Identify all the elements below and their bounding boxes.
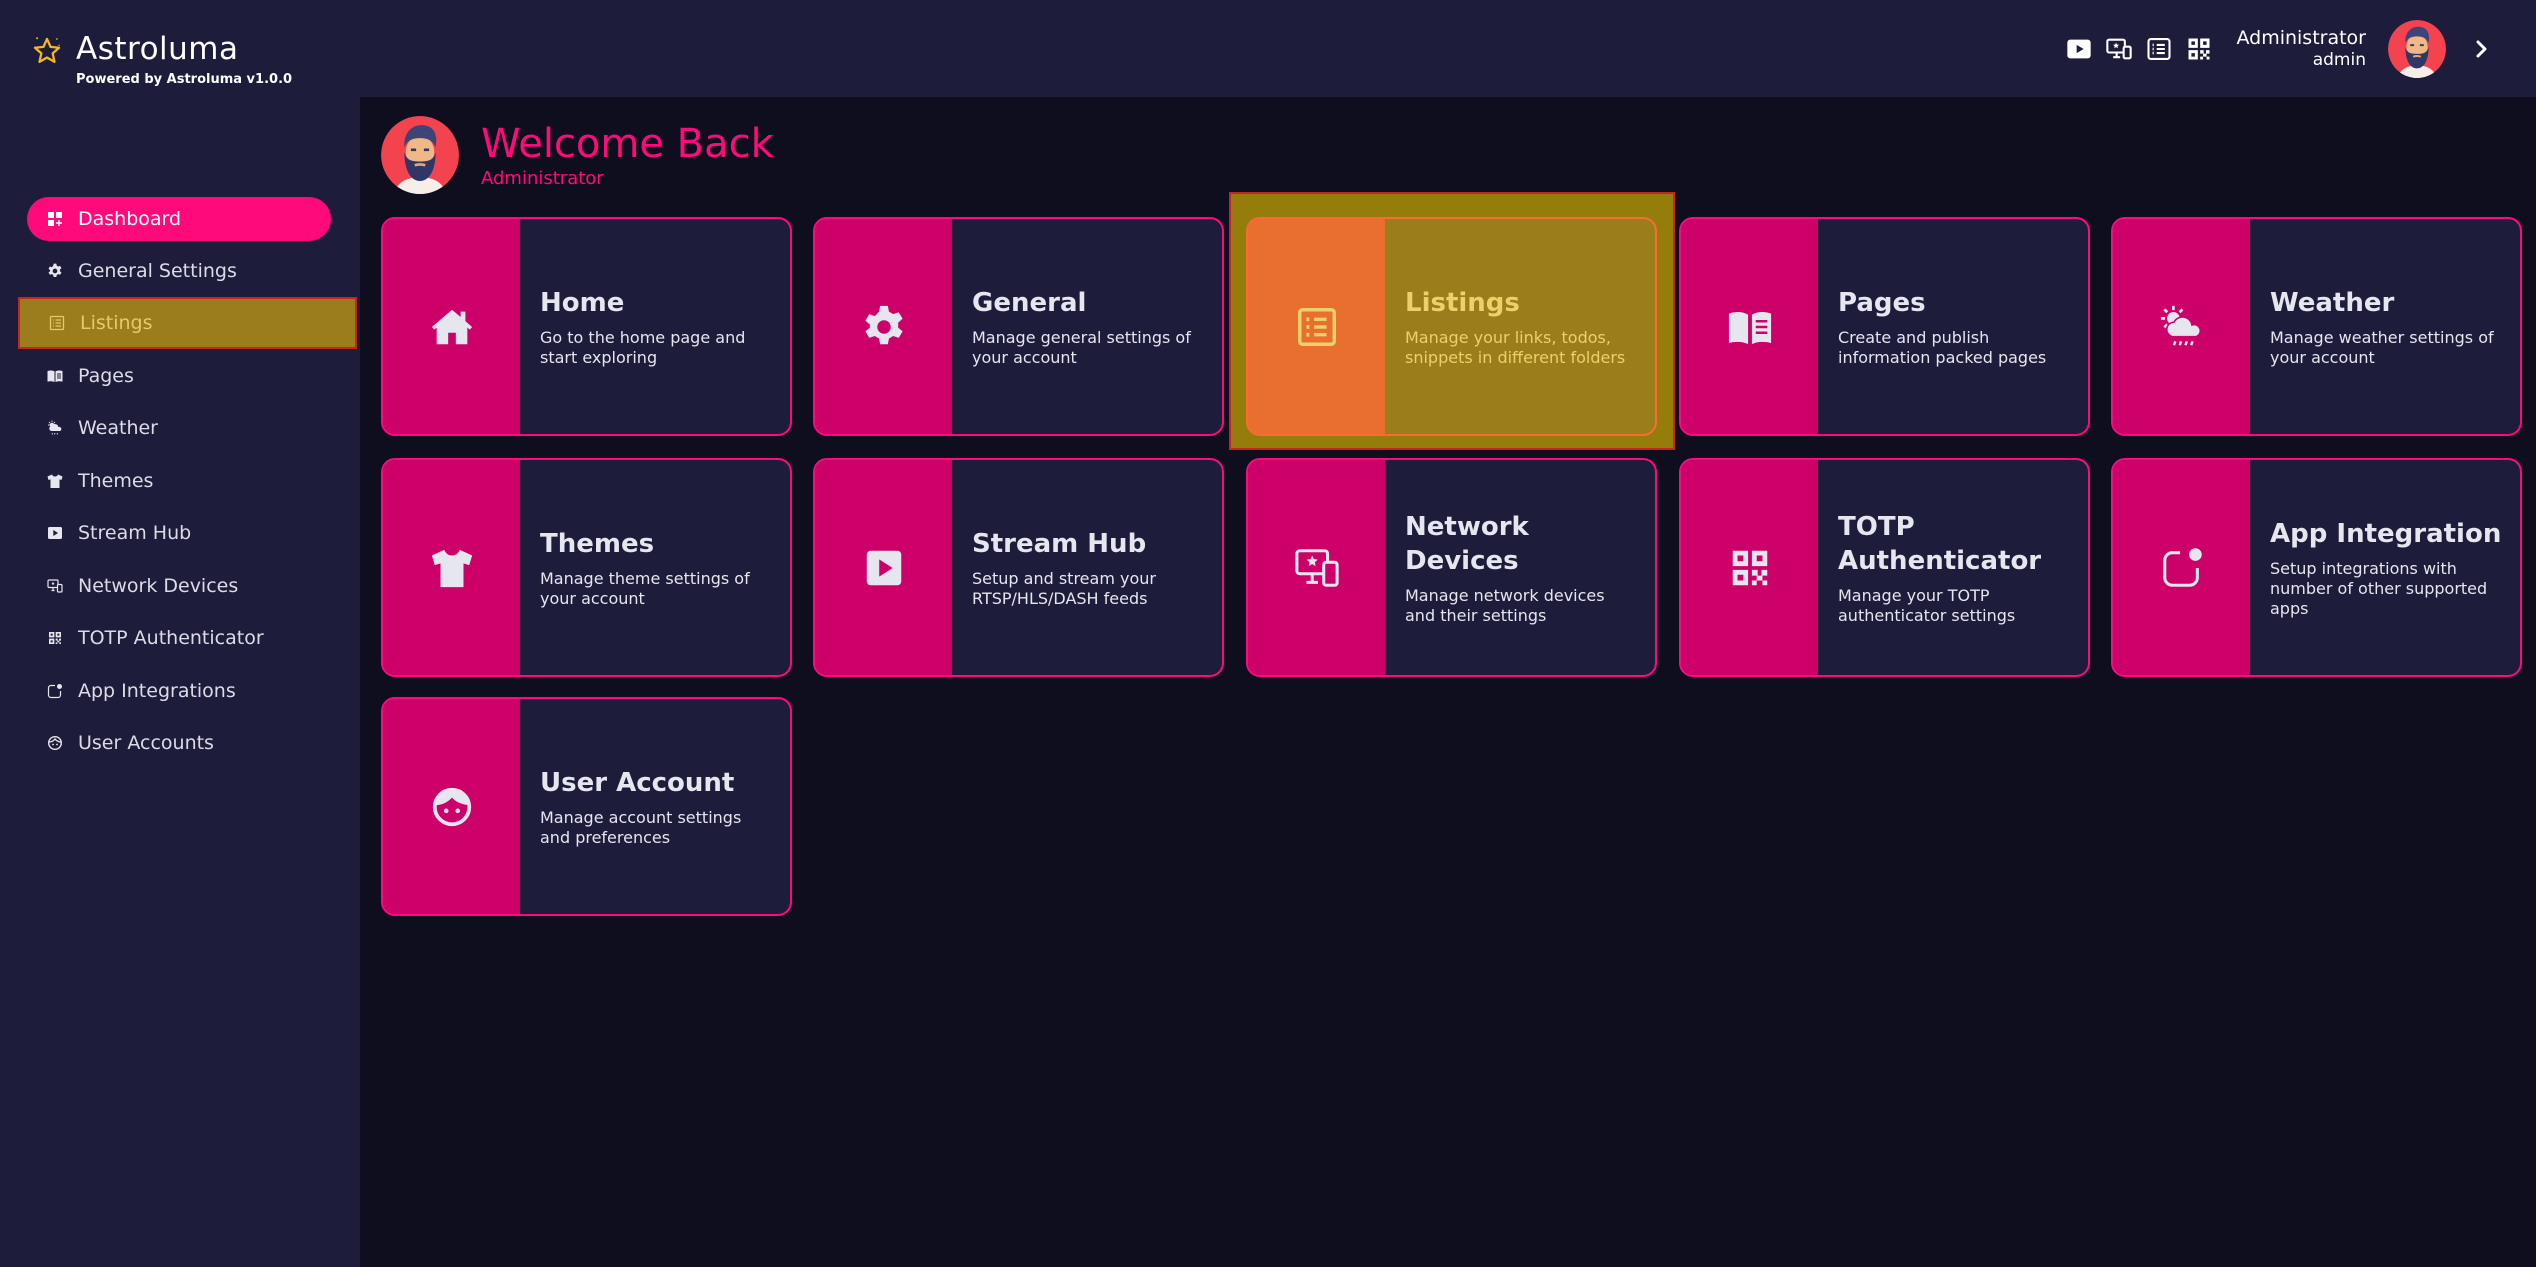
sidebar-item-label: Network Devices [78,575,239,597]
face-icon [432,787,471,826]
sidebar-item-dashboard[interactable]: Dashboard [27,197,331,241]
network-devices-icon[interactable] [2104,34,2134,64]
card-themes[interactable]: Themes Manage theme settings of your acc… [381,458,792,677]
app-name: Astroluma [76,31,239,67]
play-icon [47,525,63,541]
card-title: TOTP Authenticator [1838,511,2042,576]
app-badge-icon [2162,547,2202,587]
brand[interactable]: Astroluma Powered by Astroluma v1.0.0 [30,30,292,87]
home-icon [431,309,472,344]
sidebar-item-stream-hub[interactable]: Stream Hub [27,511,331,555]
stream-hub-icon[interactable] [2064,34,2094,64]
avatar [381,116,459,194]
sidebar-item-label: Stream Hub [78,522,192,544]
card-general[interactable]: General Manage general settings of your … [813,217,1224,436]
card-network-devices[interactable]: Network Devices Manage network devices a… [1246,458,1657,677]
face-icon [47,735,63,751]
list-icon [49,315,65,331]
sidebar-item-label: General Settings [78,260,237,282]
shirt-icon [47,473,63,489]
page-subtitle: Administrator [481,168,604,189]
user-name: Administrator [2236,26,2366,49]
qr-icon [47,630,63,646]
totp-qr-icon[interactable] [2184,34,2214,64]
card-stream-hub[interactable]: Stream Hub Setup and stream your RTSP/HL… [813,458,1224,677]
card-listings[interactable]: Listings Manage your links, todos, snipp… [1246,217,1657,436]
weather-icon [2160,305,2201,346]
sidebar-item-label: Dashboard [78,208,182,230]
user-info[interactable]: Administrator admin [2236,27,2366,71]
sidebar-item-listings[interactable]: Listings [18,297,357,349]
sidebar-item-label: TOTP Authenticator [78,627,264,649]
sidebar: Dashboard General Settings Listings Page… [0,97,360,1267]
card-title: User Account [540,767,735,798]
sidebar-item-label: User Accounts [78,732,214,754]
card-desc: Manage general settings of your account [972,327,1191,367]
devices-icon [1294,548,1339,587]
dashboard-icon [47,211,63,227]
card-desc: Manage theme settings of your account [540,568,750,608]
card-desc: Manage weather settings of your account [2270,327,2494,367]
chevron-right-icon[interactable] [2466,34,2496,64]
weather-icon [47,420,63,436]
top-bar: Astroluma Powered by Astroluma v1.0.0 Ad… [0,0,2536,97]
card-desc: Manage your links, todos, snippets in di… [1405,327,1626,367]
card-pages[interactable]: Pages Create and publish information pac… [1679,217,2090,436]
card-title: Listings [1405,287,1520,318]
sidebar-item-network-devices[interactable]: Network Devices [27,564,331,608]
sidebar-item-label: Themes [78,470,154,492]
book-icon [1728,311,1771,344]
card-totp-authenticator[interactable]: TOTP Authenticator Manage your TOTP auth… [1679,458,2090,677]
gear-icon [864,305,903,344]
card-title: Home [540,287,625,318]
card-app-integration[interactable]: App Integration Setup integrations with … [2111,458,2522,677]
card-desc: Manage account settings and preferences [540,807,742,847]
sidebar-item-app-integrations[interactable]: App Integrations [27,669,331,713]
card-desc: Manage network devices and their setting… [1405,585,1605,625]
gear-icon [47,263,63,279]
sidebar-item-label: Pages [78,365,134,387]
user-role: admin [2312,49,2366,70]
sidebar-item-label: Listings [80,312,153,334]
devices-icon [47,578,63,594]
card-title: Stream Hub [972,528,1147,559]
powered-by: Powered by Astroluma v1.0.0 [76,72,293,87]
card-desc: Setup and stream your RTSP/HLS/DASH feed… [972,568,1156,608]
welcome-header: Welcome Back Administrator [381,116,774,194]
page-title: Welcome Back [481,121,774,167]
card-title: App Integration [2270,518,2502,549]
shirt-icon [431,549,472,587]
card-home[interactable]: Home Go to the home page and start explo… [381,217,792,436]
list-icon [1297,307,1336,346]
book-icon [47,368,63,384]
card-desc: Go to the home page and start exploring [540,327,746,367]
star-icon [33,37,61,64]
card-title: General [972,287,1087,318]
card-desc: Create and publish information packed pa… [1838,327,2047,367]
sidebar-item-totp-authenticator[interactable]: TOTP Authenticator [27,616,331,660]
sidebar-item-label: Weather [78,417,158,439]
card-title: Pages [1838,287,1926,318]
sidebar-item-general-settings[interactable]: General Settings [27,249,331,293]
card-weather[interactable]: Weather Manage weather settings of your … [2111,217,2522,436]
avatar[interactable] [2388,19,2446,78]
header-actions: Administrator admin [2054,0,2536,97]
card-desc: Manage your TOTP authenticator settings [1838,585,2016,625]
card-user-account[interactable]: User Account Manage account settings and… [381,697,792,916]
sidebar-item-weather[interactable]: Weather [27,406,331,450]
play-icon [866,550,901,585]
qr-icon [1732,550,1767,585]
card-title: Themes [540,528,655,559]
card-title: Weather [2270,287,2395,318]
card-title: Network Devices [1405,511,1529,576]
sidebar-item-pages[interactable]: Pages [27,354,331,398]
sidebar-item-label: App Integrations [78,680,236,702]
sidebar-item-user-accounts[interactable]: User Accounts [27,721,331,765]
app-badge-icon [47,683,63,699]
listings-icon[interactable] [2144,34,2174,64]
sidebar-item-themes[interactable]: Themes [27,459,331,503]
card-desc: Setup integrations with number of other … [2270,558,2488,618]
